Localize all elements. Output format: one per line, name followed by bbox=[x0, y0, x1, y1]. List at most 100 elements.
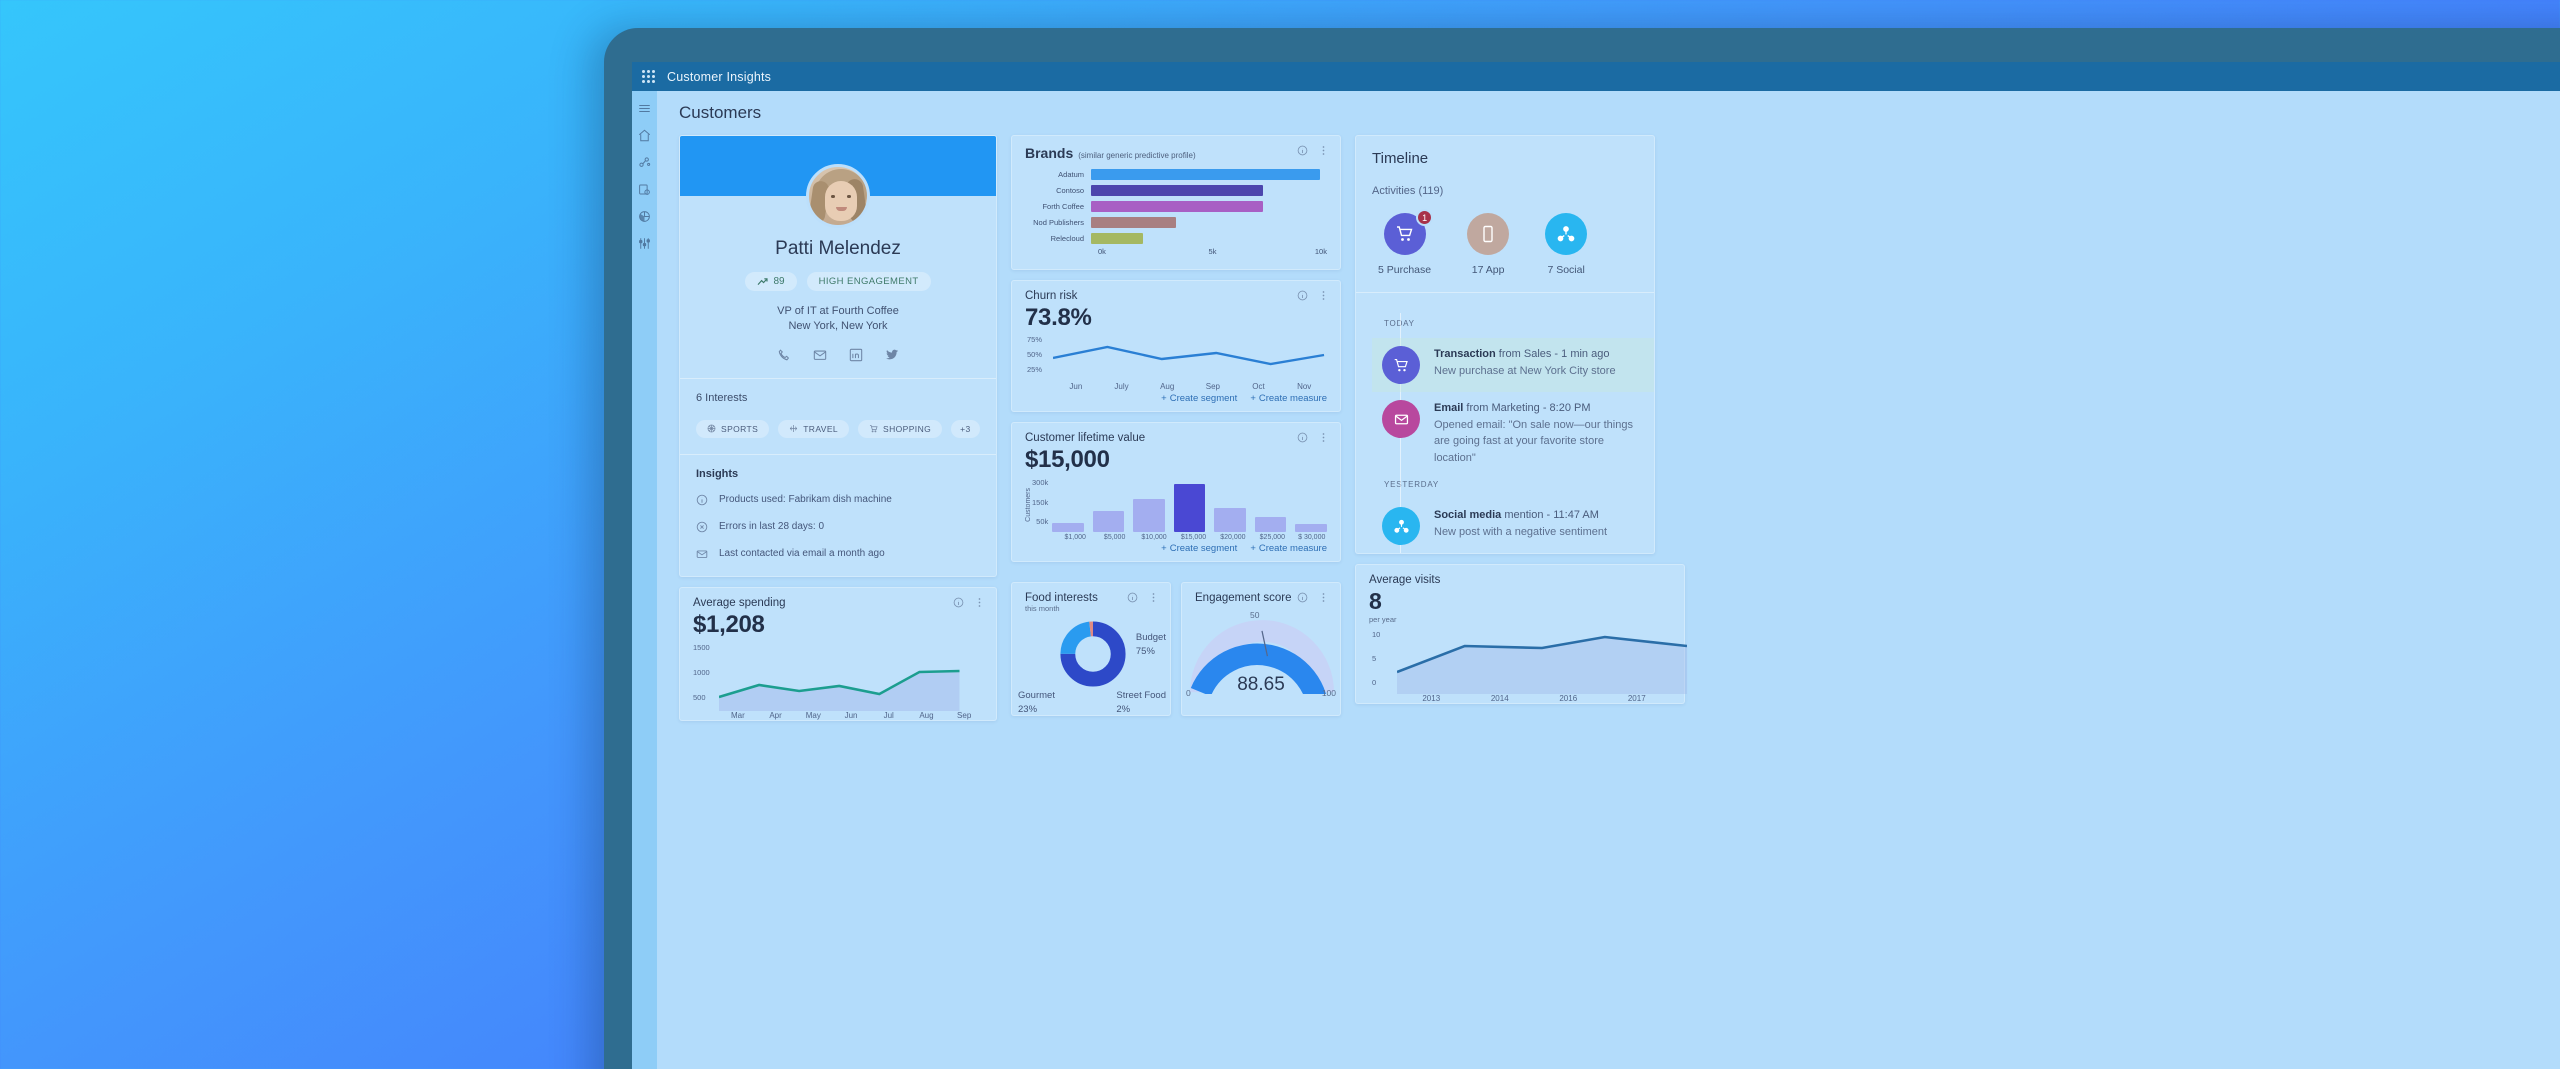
x-tick: July bbox=[1114, 382, 1129, 391]
more-options-icon[interactable] bbox=[1148, 592, 1159, 603]
waffle-grid-icon[interactable] bbox=[642, 70, 655, 83]
email-icon[interactable] bbox=[813, 348, 827, 362]
x-tick: 2017 bbox=[1627, 694, 1646, 703]
bar-row: Nod Publishers bbox=[1025, 215, 1327, 229]
timeline-entry-text: Transaction from Sales - 1 min ago New p… bbox=[1434, 346, 1616, 384]
x-tick: Sep bbox=[1205, 382, 1220, 391]
churn-card-actions: + Create segment + Create measure bbox=[1012, 391, 1340, 411]
activity-summary-app[interactable]: 17 App bbox=[1467, 213, 1510, 276]
info-icon[interactable] bbox=[1297, 290, 1308, 301]
entry-meta: mention - 11:47 AM bbox=[1501, 509, 1599, 521]
bar-row: Forth Coffee bbox=[1025, 199, 1327, 213]
more-options-icon[interactable] bbox=[974, 597, 985, 608]
measures-pie-icon[interactable] bbox=[637, 209, 652, 224]
average-spending-chart: 1500 1000 500 Mar Apr May Jun Jul Aug Se… bbox=[680, 639, 996, 720]
entry-title: Email bbox=[1434, 402, 1464, 414]
info-icon[interactable] bbox=[1297, 592, 1308, 603]
app-title: Customer Insights bbox=[667, 69, 772, 84]
y-tick: 300k bbox=[1032, 478, 1049, 487]
twitter-icon[interactable] bbox=[885, 348, 899, 362]
activity-summary-purchase[interactable]: 1 5 Purchase bbox=[1378, 209, 1434, 276]
more-options-icon[interactable] bbox=[1318, 432, 1329, 443]
info-icon[interactable] bbox=[1297, 432, 1308, 443]
y-axis: 300k 150k 50k bbox=[1032, 478, 1052, 526]
mobile-app-icon bbox=[1467, 213, 1510, 255]
entry-desc: New purchase at New York City store bbox=[1434, 364, 1616, 377]
activity-summary-list: 1 5 Purchase 17 App 7 Social bbox=[1356, 197, 1654, 276]
churn-risk-card: Churn risk 73.8% 75% 50% 25% Jun July Au… bbox=[1011, 280, 1341, 412]
timeline-entry-email[interactable]: Email from Marketing - 8:20 PM Opened em… bbox=[1372, 392, 1654, 474]
bar-fill bbox=[1091, 216, 1176, 228]
activities-header: Activities (119) bbox=[1372, 185, 1654, 197]
insight-item: Last contacted via email a month ago bbox=[696, 548, 980, 560]
donut-label-gourmet: Gourmet 23% bbox=[1018, 690, 1055, 716]
bar bbox=[1295, 523, 1327, 532]
bar-label: Relecloud bbox=[1050, 233, 1084, 243]
y-axis-label: Customers bbox=[1025, 488, 1032, 522]
audience-insights-icon[interactable] bbox=[637, 155, 652, 170]
y-tick: 1500 bbox=[693, 642, 710, 652]
chip-label: SHOPPING bbox=[883, 423, 932, 434]
home-icon[interactable] bbox=[637, 128, 652, 143]
insights-list: Products used: Fabrikam dish machine Err… bbox=[696, 494, 980, 560]
average-visits-card: Average visits 8 per year 10 5 0 2013 20… bbox=[1355, 564, 1687, 704]
travel-icon bbox=[790, 425, 798, 433]
average-visits-chart: 10 5 0 2013 2014 2016 2017 bbox=[1356, 624, 1687, 703]
interest-chip-travel[interactable]: TRAVEL bbox=[778, 419, 850, 438]
interest-chip-sports[interactable]: SPORTS bbox=[696, 419, 770, 438]
profile-badges: 89 HIGH ENGAGEMENT bbox=[680, 272, 996, 291]
timeline-day-label: TODAY bbox=[1372, 313, 1654, 338]
create-segment-button[interactable]: + Create segment bbox=[1161, 393, 1237, 404]
entry-title: Transaction bbox=[1434, 348, 1496, 360]
x-tick: Mar bbox=[730, 710, 745, 720]
x-tick: $5,000 bbox=[1103, 534, 1126, 541]
info-icon[interactable] bbox=[1297, 145, 1308, 156]
chip-label: TRAVEL bbox=[803, 423, 839, 434]
food-interests-card: Food interests this month Budget 75% Gou… bbox=[1011, 582, 1171, 716]
title-bar: Customer Insights bbox=[632, 62, 2560, 91]
create-segment-button[interactable]: + Create segment bbox=[1161, 543, 1237, 554]
x-tick: Aug bbox=[919, 710, 934, 720]
bar bbox=[1214, 508, 1246, 532]
phone-icon[interactable] bbox=[777, 348, 791, 362]
engagement-score-value: 89 bbox=[773, 276, 785, 287]
timeline-entry-social[interactable]: Social media mention - 11:47 AM New post… bbox=[1372, 499, 1654, 553]
insight-text: Last contacted via email a month ago bbox=[719, 548, 885, 560]
interest-chip-list: SPORTS TRAVEL SHOPPING +3 bbox=[696, 419, 980, 438]
card-title: Engagement score bbox=[1195, 592, 1292, 604]
average-visits-metric: 8 bbox=[1369, 588, 1382, 614]
info-icon[interactable] bbox=[1127, 592, 1138, 603]
brands-bar-chart: Adatum Contoso Forth Coffee Nod Publishe… bbox=[1012, 161, 1340, 260]
entry-title: Social media bbox=[1434, 509, 1502, 521]
chip-label: SPORTS bbox=[721, 423, 759, 434]
x-tick: 10k bbox=[1314, 247, 1327, 256]
bar-fill bbox=[1091, 168, 1320, 180]
hamburger-menu-icon[interactable] bbox=[637, 101, 652, 116]
more-options-icon[interactable] bbox=[1318, 592, 1329, 603]
insight-text: Errors in last 28 days: 0 bbox=[719, 521, 825, 533]
error-circle-icon bbox=[696, 521, 708, 532]
activity-summary-social[interactable]: 7 Social bbox=[1545, 213, 1588, 276]
y-tick: 50k bbox=[1036, 517, 1049, 526]
profile-name: Patti Melendez bbox=[775, 238, 901, 259]
y-tick: 0 bbox=[1372, 678, 1377, 687]
more-options-icon[interactable] bbox=[1318, 290, 1329, 301]
activity-label: 7 Social bbox=[1547, 264, 1585, 276]
create-measure-button[interactable]: + Create measure bbox=[1250, 543, 1327, 554]
x-tick: Nov bbox=[1297, 382, 1312, 391]
linkedin-icon[interactable] bbox=[849, 348, 863, 362]
x-tick: 2016 bbox=[1559, 694, 1578, 703]
bar-label: Nod Publishers bbox=[1033, 217, 1084, 227]
data-sources-icon[interactable] bbox=[637, 182, 652, 197]
create-measure-button[interactable]: + Create measure bbox=[1250, 393, 1327, 404]
more-options-icon[interactable] bbox=[1318, 145, 1329, 156]
engagement-score-card: Engagement score 50 0 100 88.65 bbox=[1181, 582, 1341, 716]
card-subtitle: (similar generic predictive profile) bbox=[1078, 151, 1196, 160]
interest-chip-shopping[interactable]: SHOPPING bbox=[858, 419, 943, 438]
x-tick: Jul bbox=[883, 710, 894, 720]
timeline-entry-transaction[interactable]: Transaction from Sales - 1 min ago New p… bbox=[1372, 338, 1654, 392]
segments-icon[interactable] bbox=[637, 236, 652, 251]
interest-chip-more[interactable]: +3 bbox=[951, 419, 980, 438]
x-axis: Mar Apr May Jun Jul Aug Sep bbox=[693, 711, 983, 720]
info-icon[interactable] bbox=[953, 597, 964, 608]
